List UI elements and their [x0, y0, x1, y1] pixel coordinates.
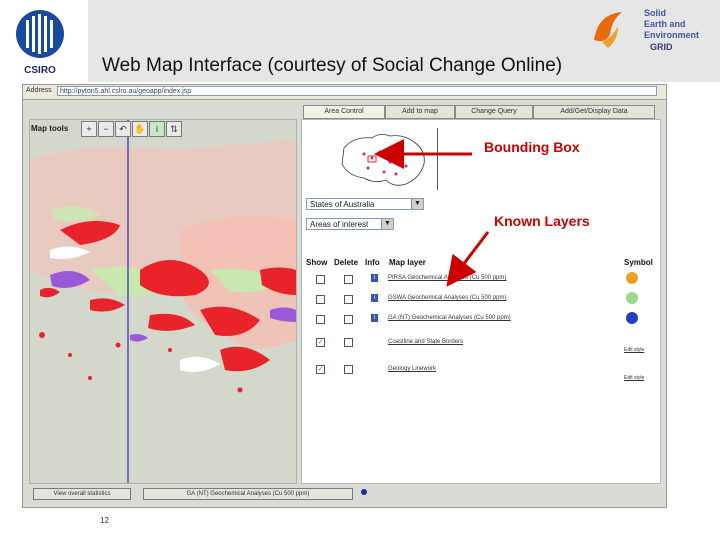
- layer-info-icon[interactable]: i: [371, 294, 378, 302]
- layer-name[interactable]: Coastline and State Borders: [388, 339, 463, 345]
- states-select[interactable]: States of Australia ▼: [306, 198, 424, 210]
- svg-text:GRID: GRID: [650, 42, 673, 52]
- delete-checkbox[interactable]: [344, 315, 353, 324]
- layer-name[interactable]: GSWA Geochemical Analyses (Cu 500 ppm): [388, 295, 507, 301]
- slide-title: Web Map Interface (courtesy of Social Ch…: [102, 55, 563, 76]
- zoom-in-icon[interactable]: +: [81, 121, 97, 137]
- symbol-green: [626, 292, 638, 304]
- layer-name[interactable]: PIRSA Geochemical Analyses (Cu 500 ppm): [388, 275, 506, 281]
- delete-checkbox[interactable]: [344, 338, 353, 347]
- header-symbol: Symbol: [624, 258, 653, 267]
- header-info: Info: [365, 258, 380, 267]
- delete-checkbox[interactable]: [344, 365, 353, 374]
- undo-icon[interactable]: ↶: [115, 121, 131, 137]
- bounding-box-annotation: Bounding Box: [484, 139, 580, 155]
- refresh-icon[interactable]: ⇅: [166, 121, 182, 137]
- map-canvas[interactable]: [29, 119, 297, 484]
- layer-info-icon[interactable]: i: [371, 274, 378, 282]
- tab-change-query[interactable]: Change Query: [455, 105, 533, 119]
- show-checkbox-checked[interactable]: ✓: [316, 365, 325, 374]
- control-panel: States of Australia ▼ Areas of interest …: [301, 119, 661, 484]
- delete-checkbox[interactable]: [344, 295, 353, 304]
- delete-checkbox[interactable]: [344, 275, 353, 284]
- pan-hand-icon[interactable]: ✋: [132, 121, 148, 137]
- map-tools-label: Map tools: [31, 124, 69, 133]
- areas-select-value: Areas of interest: [310, 220, 369, 229]
- svg-text:Environment: Environment: [644, 30, 699, 40]
- svg-text:CSIRO: CSIRO: [24, 65, 56, 76]
- areas-select[interactable]: Areas of interest ▼: [306, 218, 394, 230]
- address-label: Address: [26, 87, 52, 94]
- tab-add-to-map[interactable]: Add to map: [385, 105, 455, 119]
- tab-area-control[interactable]: Area Control: [303, 105, 385, 119]
- show-checkbox-checked[interactable]: ✓: [316, 338, 325, 347]
- show-checkbox[interactable]: [316, 275, 325, 284]
- zoom-out-icon[interactable]: −: [98, 121, 114, 137]
- layer-info-icon[interactable]: i: [371, 314, 378, 322]
- view-statistics-button[interactable]: View overall statistics: [33, 488, 131, 500]
- header-show: Show: [306, 258, 328, 267]
- csiro-logo: CSIRO: [10, 6, 70, 78]
- edit-style-link[interactable]: Edit style: [624, 375, 644, 381]
- layer-name[interactable]: Geology Linework: [388, 366, 436, 372]
- svg-text:Earth and: Earth and: [644, 19, 686, 29]
- solid-earth-grid-logo: Solid Earth and Environment GRID: [588, 4, 714, 56]
- symbol-orange: [626, 272, 638, 284]
- chevron-down-icon: ▼: [381, 219, 393, 229]
- url-input[interactable]: http://pyton5.ahl.cslro.au/geoapp/index.…: [57, 86, 657, 96]
- header-delete: Delete: [334, 258, 359, 267]
- status-dot: [361, 489, 367, 495]
- svg-text:Solid: Solid: [644, 8, 666, 18]
- address-bar: Address http://pyton5.ahl.cslro.au/geoap…: [23, 85, 666, 100]
- info-icon[interactable]: i: [149, 121, 165, 137]
- chevron-down-icon: ▼: [411, 199, 423, 209]
- layer-name[interactable]: GA (NT) Geochemical Analyses (Cu 500 ppm…: [388, 315, 511, 321]
- edit-style-link[interactable]: Edit style: [624, 347, 644, 353]
- tab-add-display-data[interactable]: Add/Get/Display Data: [533, 105, 655, 119]
- symbol-blue: [626, 312, 638, 324]
- geology-map[interactable]: [30, 120, 296, 483]
- show-checkbox[interactable]: [316, 315, 325, 324]
- states-select-value: States of Australia: [310, 200, 375, 209]
- query-layer-button[interactable]: GA (NT) Geochemical Analyses (Cu 500 ppm…: [143, 488, 353, 500]
- header-map-layer: Map layer: [389, 258, 426, 267]
- page-number: 12: [100, 516, 109, 525]
- australia-minimap[interactable]: [334, 128, 434, 192]
- known-layers-annotation: Known Layers: [494, 213, 590, 229]
- show-checkbox[interactable]: [316, 295, 325, 304]
- minimap-divider: [437, 128, 438, 190]
